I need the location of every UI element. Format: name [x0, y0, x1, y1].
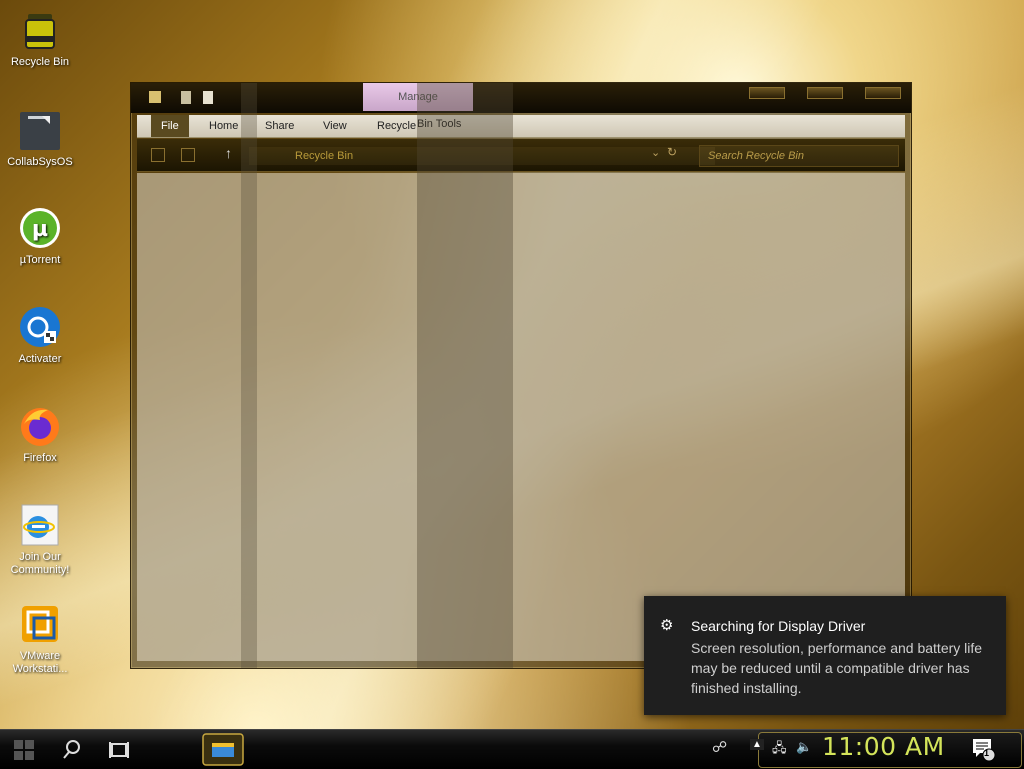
taskbar: ☍ ▲ 🖧 🔈 11:00 AM 1 [0, 729, 1024, 769]
activater-icon [20, 307, 60, 347]
desktop-icon-activater[interactable]: Activater [4, 305, 76, 366]
desktop-icon-label: Activater [18, 353, 62, 365]
desktop-icon-label: µTorrent [19, 254, 61, 266]
maximize-button[interactable] [807, 87, 843, 99]
window-ghost-artifact [417, 83, 513, 668]
desktop-icon-collabsysos[interactable]: CollabSysOS [4, 108, 76, 169]
toast-body: Screen resolution, performance and batte… [691, 640, 983, 696]
desktop-icon-label: Join Our Community! [10, 551, 70, 576]
folder-icon [149, 91, 161, 103]
desktop-icon-label: Recycle Bin [10, 56, 70, 68]
desktop-icon-recycle-bin[interactable]: Recycle Bin [4, 8, 76, 69]
forward-button[interactable] [181, 148, 195, 162]
toast-title: Searching for Display Driver [691, 618, 866, 634]
recycle-bin-icon [25, 14, 55, 49]
search-input[interactable]: Search Recycle Bin [699, 145, 899, 167]
desktop-icon-label: Firefox [23, 452, 57, 464]
desktop-icon-community[interactable]: Join Our Community! [4, 503, 76, 577]
desktop-icon-vmware[interactable]: VMware Workstati... [4, 602, 76, 676]
notification-count-badge: 1 [984, 748, 990, 758]
internet-explorer-icon [21, 504, 59, 546]
network-icon[interactable]: 🖧 [772, 739, 787, 761]
show-hidden-icons-chevron-icon[interactable]: ▲ [750, 739, 764, 750]
minimize-button[interactable] [749, 87, 785, 99]
up-arrow-icon[interactable]: ↑ [225, 145, 232, 161]
notification-toast[interactable]: ⚙ Searching for Display Driver Screen re… [644, 596, 1006, 715]
search-icon[interactable] [60, 734, 84, 766]
desktop-icon-utorrent[interactable]: µ µTorrent [4, 206, 76, 267]
properties-icon[interactable] [181, 91, 191, 104]
chevron-down-icon[interactable]: ⌄ [651, 146, 660, 159]
desktop-icon-label: VMware Workstati... [12, 650, 68, 675]
close-button[interactable] [865, 87, 901, 99]
window-ghost-artifact [241, 83, 257, 668]
utorrent-icon: µ [20, 208, 60, 248]
desktop-icon-label: CollabSysOS [7, 156, 73, 168]
tab-share[interactable]: Share [255, 115, 304, 137]
new-folder-icon[interactable] [203, 91, 213, 104]
clock[interactable]: 11:00 AM [822, 732, 945, 761]
explorer-window[interactable]: Manage File Home Share View Recycle ? Bi… [130, 82, 912, 669]
start-button[interactable] [10, 734, 50, 766]
back-button[interactable] [151, 148, 165, 162]
vmware-icon [22, 606, 58, 642]
tab-file[interactable]: File [151, 115, 189, 137]
people-icon[interactable]: ☍ [712, 738, 727, 756]
refresh-icon[interactable]: ↻ [667, 145, 677, 159]
desktop-icon-firefox[interactable]: Firefox [4, 404, 76, 465]
action-center-icon[interactable] [970, 736, 996, 762]
svg-text:µ: µ [32, 217, 48, 242]
file-explorer-taskbar-button[interactable] [202, 733, 244, 766]
firefox-icon [21, 408, 59, 446]
tab-view[interactable]: View [313, 115, 357, 137]
gear-icon: ⚙ [660, 617, 674, 634]
volume-muted-icon[interactable]: 🔈 [796, 739, 812, 755]
folder-icon [20, 112, 60, 150]
task-view-icon[interactable] [106, 734, 132, 766]
